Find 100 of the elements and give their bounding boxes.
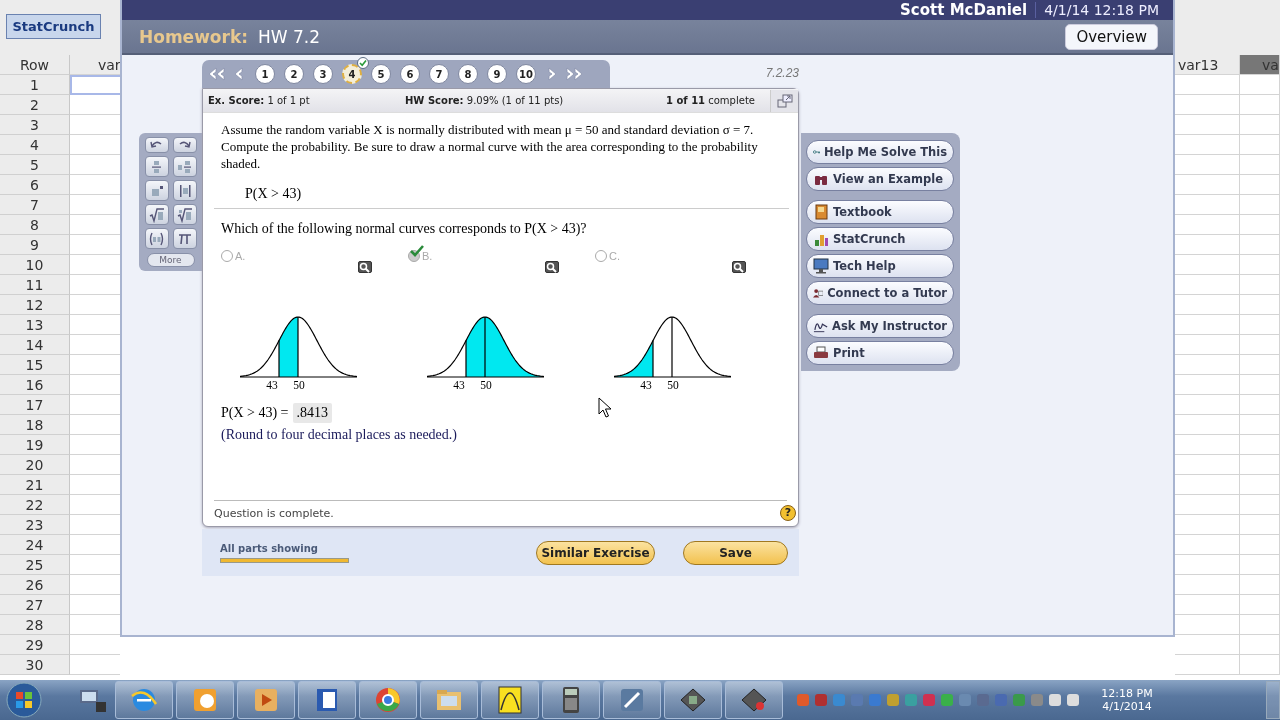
spreadsheet-cell[interactable] <box>1240 655 1280 675</box>
spreadsheet-cell[interactable] <box>1240 215 1280 235</box>
axis-label: 50 <box>667 379 679 391</box>
answer-field[interactable]: .8413 <box>292 403 332 423</box>
help-button[interactable]: Help Me Solve This <box>806 140 954 164</box>
help-button[interactable]: ? <box>780 505 796 521</box>
math-tool-button[interactable] <box>144 156 169 177</box>
spreadsheet-cell[interactable] <box>1175 655 1240 675</box>
spreadsheet-cell[interactable] <box>1240 595 1280 615</box>
question-number[interactable]: 6 <box>400 64 420 84</box>
spreadsheet-cell[interactable] <box>1240 555 1280 575</box>
row-number: 17 <box>0 395 70 415</box>
math-tool-button[interactable] <box>172 137 197 153</box>
help-button[interactable]: Tech Help <box>806 254 954 278</box>
show-desktop-button[interactable] <box>1266 681 1280 719</box>
spreadsheet-cell[interactable] <box>1240 535 1280 555</box>
help-button[interactable]: Connect to a Tutor <box>806 281 954 305</box>
first-icon <box>206 67 226 81</box>
math-tool-button[interactable] <box>172 180 197 201</box>
question-number[interactable]: 1 <box>255 64 275 84</box>
question-number[interactable]: 2 <box>284 64 304 84</box>
question-number[interactable]: 3 <box>313 64 333 84</box>
taskbar-button[interactable] <box>298 681 356 719</box>
zoom-button[interactable] <box>732 261 746 273</box>
math-tool-button[interactable] <box>172 204 197 225</box>
row-number: 14 <box>0 335 70 355</box>
spreadsheet-cell[interactable] <box>1240 455 1280 475</box>
spreadsheet-cell[interactable] <box>1240 195 1280 215</box>
taskbar-button[interactable] <box>542 681 600 719</box>
help-button[interactable]: StatCrunch <box>806 227 954 251</box>
spreadsheet-cell[interactable] <box>1240 175 1280 195</box>
zoom-button[interactable] <box>358 261 372 273</box>
radio-button[interactable] <box>595 250 607 262</box>
tray-icon <box>958 693 972 707</box>
spreadsheet-cell[interactable] <box>1175 635 1240 655</box>
tray-icon <box>904 693 918 707</box>
spreadsheet-cell[interactable] <box>1240 155 1280 175</box>
spreadsheet-cell[interactable] <box>1240 95 1280 115</box>
windows-logo-icon <box>6 682 42 718</box>
taskbar-button[interactable] <box>664 681 722 719</box>
statcrunch-button[interactable]: StatCrunch <box>6 14 101 39</box>
spreadsheet-cell[interactable] <box>1240 375 1280 395</box>
help-button[interactable]: Textbook <box>806 200 954 224</box>
start-button[interactable] <box>4 680 44 720</box>
help-button[interactable]: View an Example <box>806 167 954 191</box>
question-number[interactable]: 9 <box>487 64 507 84</box>
question-number[interactable]: 5 <box>371 64 391 84</box>
question-number[interactable]: 10 <box>516 64 536 84</box>
taskbar-button[interactable] <box>725 681 783 719</box>
math-tool-button[interactable] <box>144 228 169 249</box>
homework-label: Homework: <box>139 26 249 47</box>
spreadsheet-cell[interactable] <box>1240 515 1280 535</box>
spreadsheet-cell[interactable] <box>1240 575 1280 595</box>
axis-label: 50 <box>293 379 305 391</box>
row-number: 23 <box>0 515 70 535</box>
spreadsheet-cell[interactable] <box>1240 435 1280 455</box>
spreadsheet-cell[interactable] <box>1240 415 1280 435</box>
magnifier-icon <box>733 261 745 273</box>
spreadsheet-cell[interactable] <box>1240 135 1280 155</box>
question-number[interactable]: 7 <box>429 64 449 84</box>
expand-button[interactable] <box>770 89 798 112</box>
spreadsheet-cell[interactable] <box>1240 355 1280 375</box>
taskbar-button[interactable] <box>176 681 234 719</box>
spreadsheet-cell[interactable] <box>1240 315 1280 335</box>
math-tool-button[interactable] <box>144 137 169 153</box>
math-tool-button[interactable] <box>172 228 197 249</box>
help-button[interactable]: Print <box>806 341 954 365</box>
question-number[interactable]: 8 <box>458 64 478 84</box>
spreadsheet-cell[interactable] <box>1240 635 1280 655</box>
math-tool-button[interactable] <box>172 156 197 177</box>
question-number[interactable]: 4 <box>342 64 362 84</box>
overview-button[interactable]: Overview <box>1065 23 1158 50</box>
tray-icon <box>940 693 954 707</box>
taskbar-button[interactable] <box>481 681 539 719</box>
spreadsheet-cell[interactable] <box>1240 235 1280 255</box>
spreadsheet-cell[interactable] <box>1240 475 1280 495</box>
tray-icon <box>976 693 990 707</box>
help-button[interactable]: Ask My Instructor <box>806 314 954 338</box>
row-number: 5 <box>0 155 70 175</box>
more-button[interactable]: More <box>146 253 195 267</box>
zoom-button[interactable] <box>545 261 559 273</box>
math-tool-button[interactable] <box>144 204 169 225</box>
similar-exercise-button[interactable]: Similar Exercise <box>536 540 655 565</box>
spreadsheet-cell[interactable] <box>1240 295 1280 315</box>
radio-button[interactable] <box>221 250 233 262</box>
spreadsheet-cell[interactable] <box>1240 275 1280 295</box>
row-number: 30 <box>0 655 70 675</box>
spreadsheet-cell[interactable] <box>1240 395 1280 415</box>
spreadsheet-cell[interactable] <box>1240 615 1280 635</box>
spreadsheet-cell[interactable] <box>1240 75 1280 95</box>
math-tool-button[interactable] <box>144 180 169 201</box>
save-button[interactable]: Save <box>683 540 788 565</box>
row-number: 8 <box>0 215 70 235</box>
spreadsheet-cell[interactable] <box>1240 255 1280 275</box>
row-number: 26 <box>0 575 70 595</box>
row-number: 28 <box>0 615 70 635</box>
math-symbol-icon <box>176 206 193 223</box>
spreadsheet-cell[interactable] <box>1240 495 1280 515</box>
spreadsheet-cell[interactable] <box>1240 115 1280 135</box>
spreadsheet-cell[interactable] <box>1240 335 1280 355</box>
